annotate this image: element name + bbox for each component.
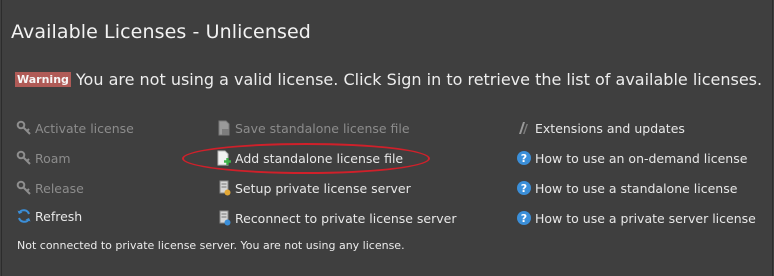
help-icon: ? (516, 180, 532, 196)
server-reconnect-icon (216, 210, 232, 226)
save-standalone-license-link[interactable]: Save standalone license file (216, 120, 410, 136)
extensions-updates-link[interactable]: Extensions and updates (516, 120, 685, 136)
svg-text:?: ? (521, 152, 527, 165)
refresh-link[interactable]: Refresh (16, 208, 82, 224)
help-icon: ? (516, 150, 532, 166)
svg-text:?: ? (521, 182, 527, 195)
status-text: Not connected to private license server.… (17, 239, 405, 252)
warning-line: Warning You are not using a valid license… (15, 70, 762, 89)
warning-message: You are not using a valid license. Click… (75, 70, 763, 89)
add-file-icon (216, 150, 232, 166)
extensions-icon (516, 120, 532, 136)
server-setup-icon (216, 180, 232, 196)
roam-link[interactable]: Roam (16, 150, 71, 166)
help-icon: ? (516, 210, 532, 226)
key-icon (16, 120, 32, 136)
reconnect-private-server-link[interactable]: Reconnect to private license server (216, 210, 456, 226)
help-standalone-link[interactable]: ? How to use a standalone license (516, 180, 737, 196)
save-file-icon (216, 120, 232, 136)
activate-license-link[interactable]: Activate license (16, 120, 134, 136)
page-title: Available Licenses - Unlicensed (11, 21, 311, 43)
release-key-icon (16, 180, 32, 196)
refresh-icon (16, 208, 32, 224)
add-standalone-license-link[interactable]: Add standalone license file (216, 150, 403, 166)
help-on-demand-link[interactable]: ? How to use an on-demand license (516, 150, 747, 166)
setup-private-server-link[interactable]: Setup private license server (216, 180, 411, 196)
help-private-server-link[interactable]: ? How to use a private server license (516, 210, 756, 226)
svg-text:?: ? (521, 212, 527, 225)
release-link[interactable]: Release (16, 180, 84, 196)
warning-badge: Warning (15, 72, 71, 87)
roam-key-icon (16, 150, 32, 166)
